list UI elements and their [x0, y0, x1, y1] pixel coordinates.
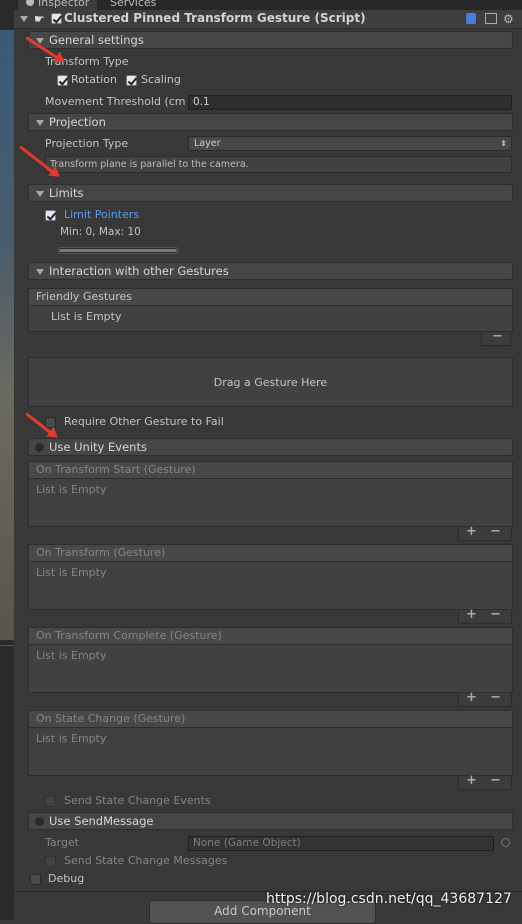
foldout-triangle-icon: [36, 269, 44, 275]
debug-checkbox[interactable]: [30, 874, 41, 885]
event-list-title: On Transform (Gesture): [29, 545, 512, 562]
add-button[interactable]: +: [466, 690, 477, 705]
watermark: https://blog.csdn.net/qq_43687127: [266, 891, 512, 907]
list-footer: + −: [458, 524, 512, 541]
slider-fill: [59, 249, 177, 252]
presets-icon[interactable]: [485, 13, 497, 24]
min-max-range-slider[interactable]: [57, 247, 179, 254]
foldout-triangle-icon: [36, 191, 44, 197]
section-label: Projection: [49, 115, 106, 129]
scaling-checkbox[interactable]: [126, 75, 137, 86]
limit-pointers-label: Limit Pointers: [64, 208, 140, 221]
send-state-change-messages-checkbox[interactable]: [45, 856, 56, 867]
event-list-transform-start: On Transform Start (Gesture) List is Emp…: [28, 461, 513, 527]
tab-services[interactable]: Services: [102, 0, 164, 10]
send-state-change-events-label: Send State Change Events: [64, 794, 211, 807]
remove-button[interactable]: −: [490, 690, 501, 705]
friendly-gestures-list: Friendly Gestures List is Empty: [28, 288, 513, 332]
component-enabled-checkbox[interactable]: [51, 13, 62, 24]
section-label: General settings: [49, 33, 144, 47]
require-fail-label: Require Other Gesture to Fail: [64, 415, 224, 428]
remove-button[interactable]: −: [490, 524, 501, 539]
list-footer: + −: [458, 773, 512, 790]
limit-pointers-checkbox[interactable]: [45, 210, 56, 221]
tab-inspector-label: Inspector: [38, 0, 90, 9]
debug-label: Debug: [48, 872, 85, 885]
remove-button[interactable]: −: [490, 773, 501, 788]
component-title: Clustered Pinned Transform Gesture (Scri…: [64, 11, 366, 25]
movement-threshold-label: Movement Threshold (cm: [45, 95, 186, 108]
send-message-header[interactable]: Use SendMessage: [28, 812, 513, 830]
foldout-triangle-icon: [36, 120, 44, 126]
projection-type-dropdown[interactable]: Layer ⬍: [188, 136, 512, 151]
projection-type-value: Layer: [194, 138, 221, 149]
tab-services-label: Services: [110, 0, 157, 9]
scene-preview: [0, 30, 14, 640]
projection-type-label: Projection Type: [45, 137, 129, 150]
projection-info-box: Transform plane is parallel to the camer…: [45, 156, 512, 173]
tab-bar: Inspector Services: [14, 0, 522, 10]
send-message-toggle[interactable]: [35, 817, 44, 826]
general-settings-header[interactable]: General settings: [28, 31, 513, 49]
scaling-label: Scaling: [141, 73, 181, 86]
tab-inspector[interactable]: Inspector: [18, 0, 98, 10]
add-button[interactable]: +: [466, 773, 477, 788]
chevron-updown-icon: ⬍: [500, 139, 507, 148]
list-header: Friendly Gestures: [29, 289, 512, 306]
scene-view-strip: [0, 0, 14, 920]
add-button[interactable]: +: [466, 607, 477, 622]
target-label: Target: [45, 836, 80, 849]
gesture-drop-area[interactable]: Drag a Gesture Here: [28, 357, 513, 407]
interaction-header[interactable]: Interaction with other Gestures: [28, 262, 513, 280]
section-label: Use SendMessage: [49, 814, 154, 828]
projection-header[interactable]: Projection: [28, 113, 513, 131]
limits-header[interactable]: Limits: [28, 184, 513, 202]
list-empty-text: List is Empty: [36, 483, 107, 496]
section-label: Interaction with other Gestures: [49, 264, 229, 278]
movement-threshold-input[interactable]: 0.1: [188, 95, 512, 110]
event-list-title: On Transform Start (Gesture): [29, 462, 512, 479]
hand-cursor-icon: ☛: [34, 12, 45, 26]
component-header[interactable]: ☛ Clustered Pinned Transform Gesture (Sc…: [14, 10, 522, 29]
rotation-checkbox[interactable]: [57, 75, 68, 86]
section-label: Limits: [49, 186, 84, 200]
add-button[interactable]: +: [466, 524, 477, 539]
list-footer: + −: [458, 690, 512, 707]
require-fail-checkbox[interactable]: [45, 417, 56, 428]
rotation-label: Rotation: [71, 73, 118, 86]
list-empty-text: List is Empty: [36, 732, 107, 745]
list-footer: −: [481, 329, 511, 346]
event-list-transform: On Transform (Gesture) List is Empty: [28, 544, 513, 610]
event-list-state-change: On State Change (Gesture) List is Empty: [28, 710, 513, 776]
remove-button[interactable]: −: [492, 329, 503, 344]
event-list-title: On State Change (Gesture): [29, 711, 512, 728]
send-state-change-events-checkbox[interactable]: [45, 796, 56, 807]
gear-icon[interactable]: ⚙: [503, 12, 514, 26]
help-icon[interactable]: [466, 13, 476, 24]
list-footer: + −: [458, 607, 512, 624]
foldout-triangle-icon[interactable]: [20, 16, 28, 22]
divider: [0, 645, 14, 646]
object-picker-icon[interactable]: [501, 838, 510, 847]
info-icon: [26, 0, 34, 6]
event-list-title: On Transform Complete (Gesture): [29, 628, 512, 645]
event-list-transform-complete: On Transform Complete (Gesture) List is …: [28, 627, 513, 693]
unity-events-toggle[interactable]: [35, 443, 44, 452]
unity-events-header[interactable]: Use Unity Events: [28, 438, 513, 456]
list-empty-text: List is Empty: [51, 310, 122, 323]
list-empty-text: List is Empty: [36, 649, 107, 662]
limits-range-text: Min: 0, Max: 10: [60, 226, 141, 238]
section-label: Use Unity Events: [49, 440, 147, 454]
send-state-change-messages-label: Send State Change Messages: [64, 854, 228, 867]
remove-button[interactable]: −: [490, 607, 501, 622]
list-empty-text: List is Empty: [36, 566, 107, 579]
target-object-field[interactable]: None (Game Object): [188, 836, 494, 851]
